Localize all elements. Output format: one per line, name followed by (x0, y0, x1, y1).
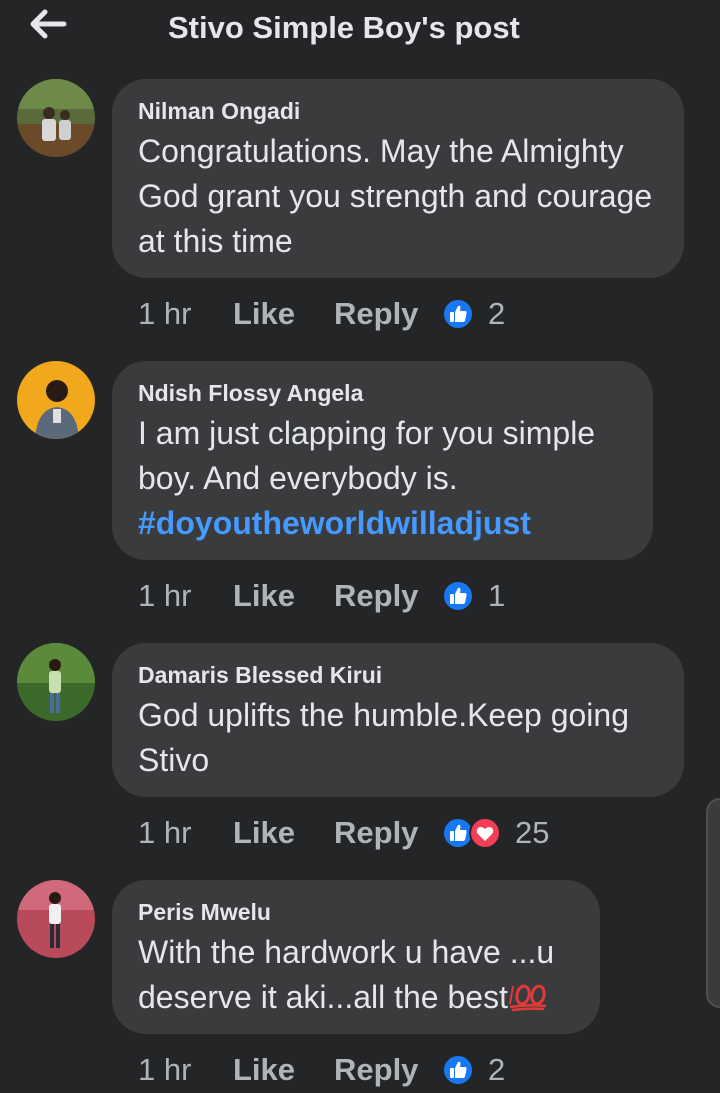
comment-time: 1 hr (138, 1052, 192, 1087)
reactions-summary[interactable]: 25 (442, 815, 549, 851)
reactions-summary[interactable]: 2 (442, 296, 505, 332)
comment-actions: 1 hr Like Reply 25 (138, 813, 549, 853)
page-title: Stivo Simple Boy's post (168, 10, 520, 45)
reply-button[interactable]: Reply (334, 296, 442, 332)
hashtag-link[interactable]: #doyoutheworldwilladjust (138, 505, 531, 541)
back-button[interactable] (22, 4, 74, 44)
reply-button[interactable]: Reply (334, 578, 442, 614)
avatar[interactable] (17, 643, 95, 721)
post-header: Stivo Simple Boy's post (0, 0, 720, 56)
like-reaction-icon (442, 580, 474, 612)
avatar[interactable] (17, 361, 95, 439)
comment-body: I am just clapping for you simple boy. A… (138, 415, 596, 496)
reactions-summary[interactable]: 1 (442, 578, 505, 614)
like-reaction-icon (442, 298, 474, 330)
scroll-handle[interactable] (706, 798, 720, 1008)
avatar[interactable] (17, 880, 95, 958)
like-button[interactable]: Like (233, 815, 334, 851)
comment-bubble: Peris Mwelu With the hardwork u have ...… (112, 880, 600, 1034)
comment-author[interactable]: Ndish Flossy Angela (138, 379, 627, 407)
reaction-count: 1 (488, 578, 506, 613)
avatar[interactable] (17, 79, 95, 157)
comment-author[interactable]: Peris Mwelu (138, 898, 574, 926)
comment-text: Congratulations. May the Almighty God gr… (138, 133, 653, 259)
comment-bubble: Nilman Ongadi Congratulations. May the A… (112, 79, 684, 278)
reaction-count: 25 (515, 815, 550, 850)
love-reaction-icon (469, 817, 501, 849)
comment-time: 1 hr (138, 815, 192, 850)
like-button[interactable]: Like (233, 296, 334, 332)
reactions-summary[interactable]: 2 (442, 1052, 505, 1088)
comment-actions: 1 hr Like Reply 2 (138, 1050, 505, 1090)
like-reaction-icon (442, 1054, 474, 1086)
comment-author[interactable]: Nilman Ongadi (138, 97, 658, 125)
like-button[interactable]: Like (233, 578, 334, 614)
comment-text: God uplifts the humble.Keep going Stivo (138, 697, 629, 778)
comment-time: 1 hr (138, 578, 192, 613)
comment-bubble: Ndish Flossy Angela I am just clapping f… (112, 361, 653, 560)
comment-body: With the hardwork u have ...u deserve it… (138, 934, 555, 1015)
comment-author[interactable]: Damaris Blessed Kirui (138, 661, 658, 689)
like-button[interactable]: Like (233, 1052, 334, 1088)
reaction-count: 2 (488, 1052, 506, 1087)
reply-button[interactable]: Reply (334, 815, 442, 851)
hundred-points-emoji (508, 984, 547, 1012)
comment-actions: 1 hr Like Reply 2 (138, 294, 505, 334)
comment-actions: 1 hr Like Reply 1 (138, 576, 505, 616)
comment-text: With the hardwork u have ...u deserve it… (138, 930, 574, 1020)
reply-button[interactable]: Reply (334, 1052, 442, 1088)
comment-bubble: Damaris Blessed Kirui God uplifts the hu… (112, 643, 684, 797)
comment-time: 1 hr (138, 296, 192, 331)
reaction-count: 2 (488, 296, 506, 331)
arrow-left-icon (30, 9, 67, 39)
comment-text: I am just clapping for you simple boy. A… (138, 411, 627, 546)
